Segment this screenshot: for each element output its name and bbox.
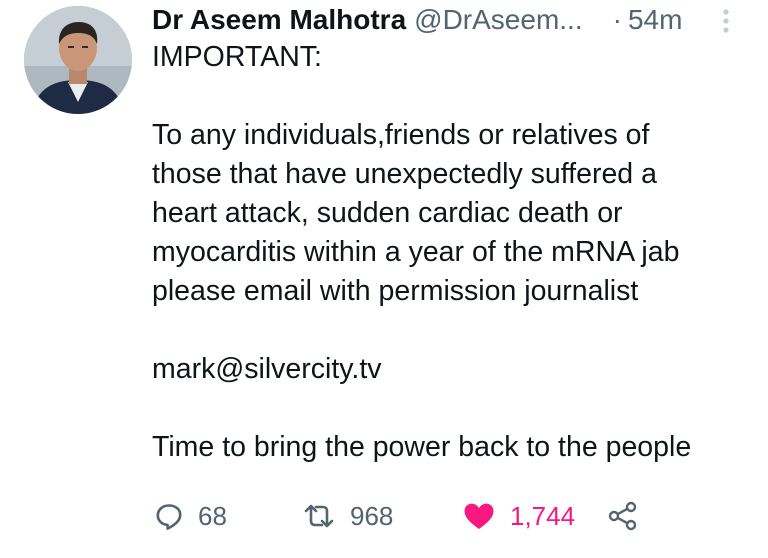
like-button[interactable]: 1,744	[462, 496, 575, 536]
tweet-closing: Time to bring the power back to the peop…	[152, 431, 692, 463]
more-icon[interactable]	[718, 6, 734, 36]
tweet-header: Dr Aseem Malhotra @DrAseem... · 54m	[152, 0, 752, 40]
share-button[interactable]	[608, 496, 638, 536]
author-display-name[interactable]: Dr Aseem Malhotra	[152, 0, 406, 40]
avatar[interactable]	[24, 6, 132, 114]
avatar-image	[24, 6, 132, 114]
tweet-timestamp[interactable]: 54m	[628, 0, 682, 40]
retweet-icon	[304, 504, 334, 528]
tweet-heading: IMPORTANT:	[152, 41, 322, 73]
retweet-count: 968	[350, 500, 394, 531]
tweet: Dr Aseem Malhotra @DrAseem... · 54m IMPO…	[0, 0, 768, 558]
reply-count: 68	[198, 500, 227, 531]
share-icon	[608, 501, 637, 531]
like-count: 1,744	[510, 500, 576, 531]
retweet-button[interactable]: 968	[302, 496, 393, 536]
separator-dot: ·	[612, 4, 622, 35]
reply-button[interactable]: 68	[154, 496, 227, 536]
tweet-paragraph: To any individuals,friends or relatives …	[152, 119, 680, 307]
author-handle[interactable]: @DrAseem...	[414, 0, 582, 40]
action-bar: 68 968 1,744	[152, 496, 712, 536]
tweet-email: mark@silvercity.tv	[152, 353, 382, 385]
reply-icon	[156, 504, 182, 530]
heart-icon	[464, 503, 494, 529]
tweet-text: IMPORTANT: To any individuals,friends or…	[152, 38, 752, 467]
